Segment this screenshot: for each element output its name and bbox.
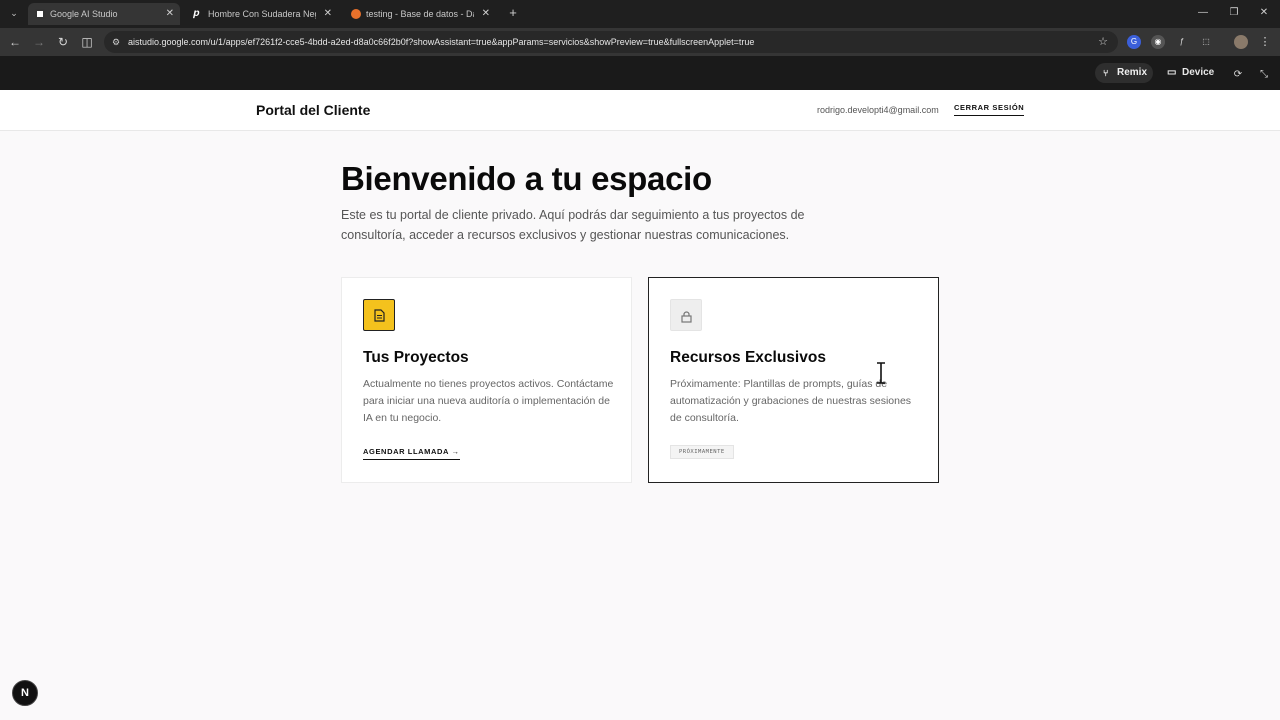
device-label: Device	[1182, 67, 1215, 78]
site-info-icon[interactable]: ⚙	[112, 36, 124, 48]
nextjs-dev-badge[interactable]: N	[12, 680, 38, 706]
extension-icon[interactable]: G	[1127, 35, 1141, 49]
url-text[interactable]: aistudio.google.com/u/1/apps/ef7261f2-cc…	[128, 31, 754, 53]
tab-label: Hombre Con Sudadera Negra	[208, 9, 316, 19]
device-button[interactable]: ▭ Device	[1167, 63, 1227, 83]
remix-icon: ⑂	[1103, 68, 1109, 78]
exit-fullscreen-icon[interactable]: ⤡	[1258, 69, 1270, 81]
close-tab-icon[interactable]: ✕	[166, 3, 174, 25]
resources-card[interactable]: Recursos Exclusivos Próximamente: Planti…	[648, 277, 939, 483]
text-cursor-icon	[877, 362, 885, 384]
card-text: Próximamente: Plantillas de prompts, guí…	[670, 378, 912, 424]
tab-label: Google AI Studio	[50, 9, 118, 19]
profile-avatar[interactable]	[1234, 35, 1248, 49]
close-tab-icon[interactable]: ✕	[482, 3, 490, 25]
remix-button[interactable]: ⑂ Remix	[1095, 63, 1153, 83]
address-bar[interactable]: ⚙ aistudio.google.com/u/1/apps/ef7261f2-…	[104, 31, 1118, 53]
document-icon	[363, 299, 395, 331]
browser-tab-bar: ⌄ Google AI Studio ✕ 𝒑 Hombre Con Sudade…	[0, 0, 1280, 28]
new-tab-button[interactable]: +	[506, 5, 520, 21]
page-title: Bienvenido a tu espacio	[341, 160, 712, 197]
remix-label: Remix	[1117, 67, 1148, 78]
reload-icon[interactable]: ↻	[55, 34, 71, 50]
coming-soon-badge: PRÓXIMAMENTE	[670, 445, 734, 459]
site-header: Portal del Cliente rodrigo.developti4@gm…	[0, 90, 1280, 131]
tab-testing-database[interactable]: testing - Base de datos - Datos ✕	[344, 3, 496, 25]
close-window-icon[interactable]: ✕	[1257, 6, 1271, 20]
close-tab-icon[interactable]: ✕	[324, 3, 332, 25]
tab-hombre-sudadera[interactable]: 𝒑 Hombre Con Sudadera Negra ✕	[186, 3, 338, 25]
page-description: Este es tu portal de cliente privado. Aq…	[341, 208, 805, 242]
browser-menu-icon[interactable]: ⋮	[1258, 35, 1272, 49]
device-icon: ▭	[1167, 67, 1177, 78]
site-brand[interactable]: Portal del Cliente	[256, 102, 370, 118]
function-extension-icon[interactable]: ƒ	[1175, 35, 1189, 49]
tab-search-icon[interactable]: ⌄	[6, 5, 22, 21]
logout-button[interactable]: CERRAR SESIÓN	[954, 103, 1025, 116]
card-title: Tus Proyectos	[363, 349, 469, 366]
back-icon[interactable]: ←	[7, 34, 23, 50]
schedule-call-link[interactable]: AGENDAR LLAMADA →	[363, 447, 460, 460]
camera-extension-icon[interactable]: ◉	[1151, 35, 1165, 49]
projects-card: Tus Proyectos Actualmente no tienes proy…	[341, 277, 632, 483]
browser-toolbar: ← → ↻ ◫ ⚙ aistudio.google.com/u/1/apps/e…	[0, 28, 1280, 56]
restore-icon[interactable]: ❐	[1227, 6, 1241, 20]
bookmark-star-icon[interactable]: ☆	[1098, 35, 1108, 49]
ai-studio-app-bar: ⑂ Remix ▭ Device ⟳ ⤡	[0, 56, 1280, 90]
firebase-favicon	[351, 9, 361, 19]
user-email: rodrigo.developti4@gmail.com	[817, 105, 939, 115]
card-text: Actualmente no tienes proyectos activos.…	[363, 378, 614, 424]
tab-google-ai-studio[interactable]: Google AI Studio ✕	[28, 3, 180, 25]
extensions-puzzle-icon[interactable]: ⬚	[1199, 35, 1213, 49]
lock-icon	[670, 299, 702, 331]
minimize-icon[interactable]: —	[1196, 6, 1210, 20]
ai-studio-favicon	[35, 9, 45, 19]
pinterest-favicon: 𝒑	[193, 8, 200, 19]
refresh-preview-icon[interactable]: ⟳	[1232, 69, 1244, 81]
tab-label: testing - Base de datos - Datos	[366, 9, 474, 19]
card-title: Recursos Exclusivos	[670, 349, 826, 366]
split-view-icon[interactable]: ◫	[79, 34, 95, 50]
forward-icon[interactable]: →	[31, 34, 47, 50]
